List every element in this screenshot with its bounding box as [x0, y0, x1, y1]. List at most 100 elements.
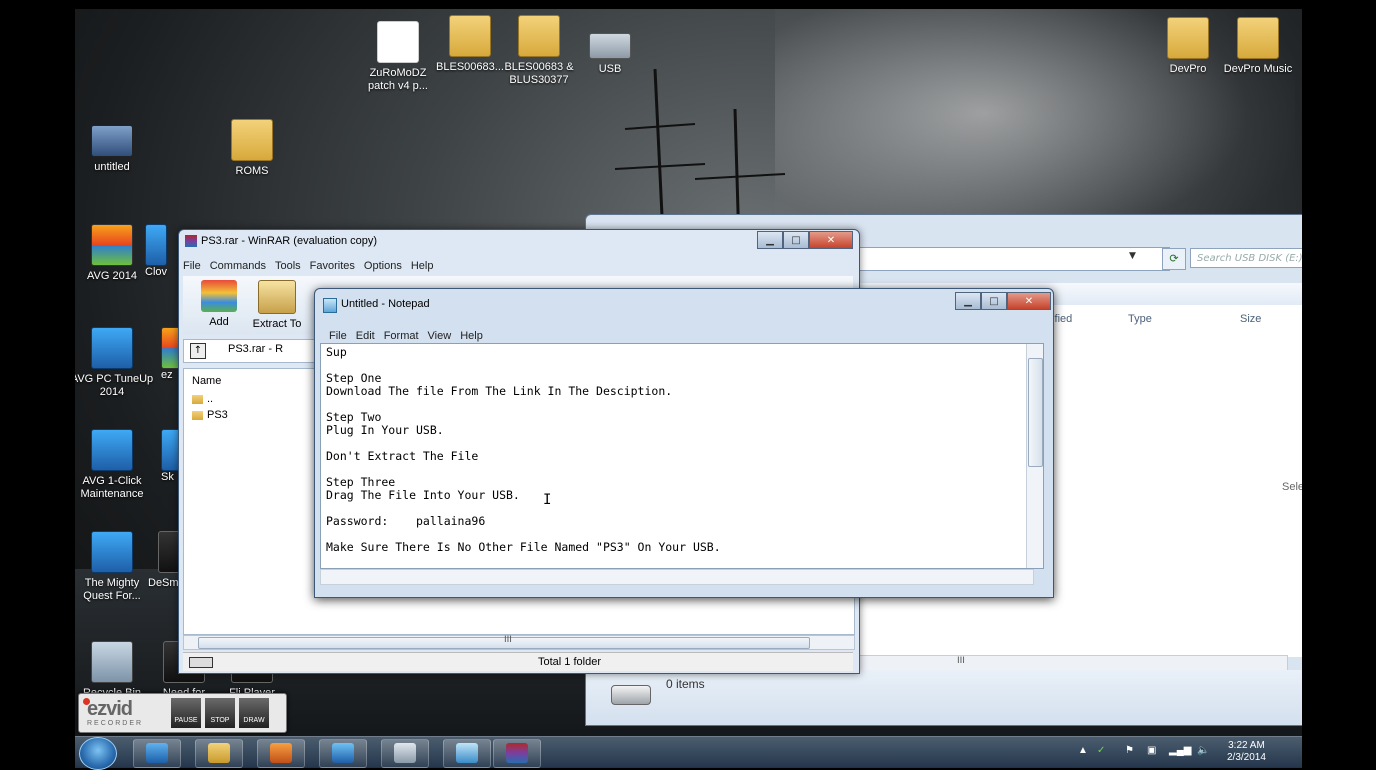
extract-to-button[interactable]: Extract To: [247, 280, 307, 330]
pause-button[interactable]: PAUSE: [171, 698, 201, 728]
close-button[interactable]: ✕: [1007, 292, 1051, 310]
folder-icon: [1237, 17, 1279, 59]
chevron-down-icon[interactable]: ▼: [1129, 251, 1136, 261]
desktop-icon-untitled[interactable]: untitled: [75, 125, 155, 174]
desktop-icon-avg-tuneup[interactable]: AVG PC TuneUp 2014: [75, 327, 155, 399]
network-status-icon[interactable]: ✓: [1097, 745, 1105, 756]
desktop-icon-roms[interactable]: ROMS: [209, 119, 295, 178]
close-button[interactable]: ✕: [809, 231, 853, 249]
taskbar-tuneup[interactable]: [319, 739, 367, 768]
app-icon: [145, 224, 167, 266]
folder-icon: [1167, 17, 1209, 59]
draw-button[interactable]: DRAW: [239, 698, 269, 728]
minimize-button[interactable]: ▁: [955, 292, 981, 310]
search-input[interactable]: Search USB DISK (E:): [1190, 248, 1302, 268]
internet-explorer-icon: [146, 743, 168, 763]
menu-favorites[interactable]: Favorites: [310, 260, 355, 272]
power-icon[interactable]: ▣: [1147, 745, 1156, 756]
menu-tools[interactable]: Tools: [275, 260, 301, 272]
menu-help[interactable]: Help: [460, 330, 483, 342]
list-item[interactable]: PS3: [192, 409, 228, 421]
desktop-icon-devpro-music[interactable]: DevPro Music: [1215, 17, 1301, 76]
horizontal-scrollbar[interactable]: III: [183, 635, 855, 650]
maximize-button[interactable]: □: [783, 231, 809, 249]
clock-date: 2/3/2014: [1227, 752, 1266, 763]
scroll-grip: III: [957, 656, 965, 666]
text-editor[interactable]: Sup Step One Download The file From The …: [320, 343, 1044, 569]
game-icon: [91, 531, 133, 573]
taskbar-media-player[interactable]: [257, 739, 305, 768]
tuneup-icon: [91, 327, 133, 369]
volume-icon[interactable]: 🔈: [1197, 745, 1209, 756]
desktop-icon-avg-maintenance[interactable]: AVG 1-Click Maintenance: [75, 429, 155, 501]
horizontal-scrollbar[interactable]: [320, 569, 1034, 585]
action-center-icon[interactable]: ⚑: [1125, 745, 1134, 756]
menu-file[interactable]: File: [183, 260, 201, 272]
list-item[interactable]: ..: [192, 393, 213, 405]
maximize-button[interactable]: □: [981, 292, 1007, 310]
menu-edit[interactable]: Edit: [356, 330, 375, 342]
maintenance-icon: [91, 429, 133, 471]
taskbar-file-explorer[interactable]: [195, 739, 243, 768]
file-icon: [377, 21, 419, 63]
file-explorer-icon: [208, 743, 230, 763]
address-bar[interactable]: [856, 247, 1170, 271]
caption-buttons: ▁ □ ✕: [757, 231, 853, 249]
extract-icon: [258, 280, 296, 314]
stop-button[interactable]: STOP: [205, 698, 235, 728]
app-icon: [161, 327, 179, 369]
minimize-button[interactable]: ▁: [757, 231, 783, 249]
scroll-thumb[interactable]: [1028, 358, 1043, 467]
taskbar-games[interactable]: [381, 739, 429, 768]
folder-icon: [518, 15, 560, 57]
desktop-icon-mighty-quest[interactable]: The Mighty Quest For...: [75, 531, 155, 603]
folder-icon: [192, 410, 203, 420]
horizontal-scrollbar[interactable]: III: [856, 655, 1288, 671]
show-hidden-icons-icon[interactable]: ▲: [1078, 745, 1088, 756]
menu-bar: File Commands Tools Favorites Options He…: [183, 260, 433, 272]
menu-bar: File Edit Format View Help: [329, 330, 483, 342]
desktop-icon-usb[interactable]: USB: [567, 33, 653, 76]
desktop-icon-ez[interactable]: ez: [161, 327, 179, 382]
signal-icon[interactable]: ▂▄▆: [1169, 745, 1191, 756]
taskbar-notepad[interactable]: [443, 739, 491, 768]
desktop-icon-sk[interactable]: Sk: [161, 429, 179, 484]
system-clock[interactable]: 3:22 AM 2/3/2014: [1227, 740, 1266, 764]
column-type[interactable]: Type: [1128, 313, 1152, 325]
list-item-label: ..: [207, 393, 214, 405]
menu-help[interactable]: Help: [411, 260, 434, 272]
status-bar: Total 1 folder: [183, 652, 853, 671]
notepad-window[interactable]: Untitled - Notepad ▁ □ ✕ File Edit Forma…: [314, 288, 1054, 598]
menu-commands[interactable]: Commands: [210, 260, 266, 272]
menu-format[interactable]: Format: [384, 330, 419, 342]
menu-file[interactable]: File: [329, 330, 347, 342]
notepad-icon: [323, 298, 337, 313]
add-archive-icon: [201, 280, 237, 312]
status-text: Total 1 folder: [538, 656, 601, 668]
desktop-icon-avg-2014[interactable]: AVG 2014: [75, 224, 155, 283]
items-count: 0 items: [666, 677, 705, 691]
menu-view[interactable]: View: [428, 330, 452, 342]
taskbar-internet-explorer[interactable]: [133, 739, 181, 768]
up-folder-icon[interactable]: ↑: [190, 343, 206, 359]
refresh-icon[interactable]: ⟳: [1162, 248, 1186, 270]
menu-options[interactable]: Options: [364, 260, 402, 272]
folder-icon: [231, 119, 273, 161]
start-button[interactable]: [79, 737, 117, 770]
games-icon: [394, 743, 416, 763]
archive-path: PS3.rar - R: [228, 343, 284, 355]
column-size[interactable]: Size: [1240, 313, 1261, 325]
ezvid-logo: ezvid: [87, 698, 133, 720]
taskbar-winrar[interactable]: [493, 739, 541, 768]
vertical-scrollbar[interactable]: [1026, 344, 1043, 568]
desktop-icon-desm[interactable]: DeSm: [148, 531, 179, 590]
desktop-icon-clov[interactable]: Clov: [145, 224, 179, 279]
add-button[interactable]: Add: [189, 280, 249, 328]
window-title: Untitled - Notepad: [341, 298, 430, 310]
column-name[interactable]: Name: [192, 375, 221, 387]
document-text[interactable]: Sup Step One Download The file From The …: [326, 346, 721, 554]
usb-drive-icon: [611, 685, 651, 705]
add-label: Add: [209, 316, 229, 328]
drive-icon[interactable]: [189, 657, 213, 668]
ezvid-recorder: ezvid RECORDER PAUSE STOP DRAW: [78, 693, 287, 733]
